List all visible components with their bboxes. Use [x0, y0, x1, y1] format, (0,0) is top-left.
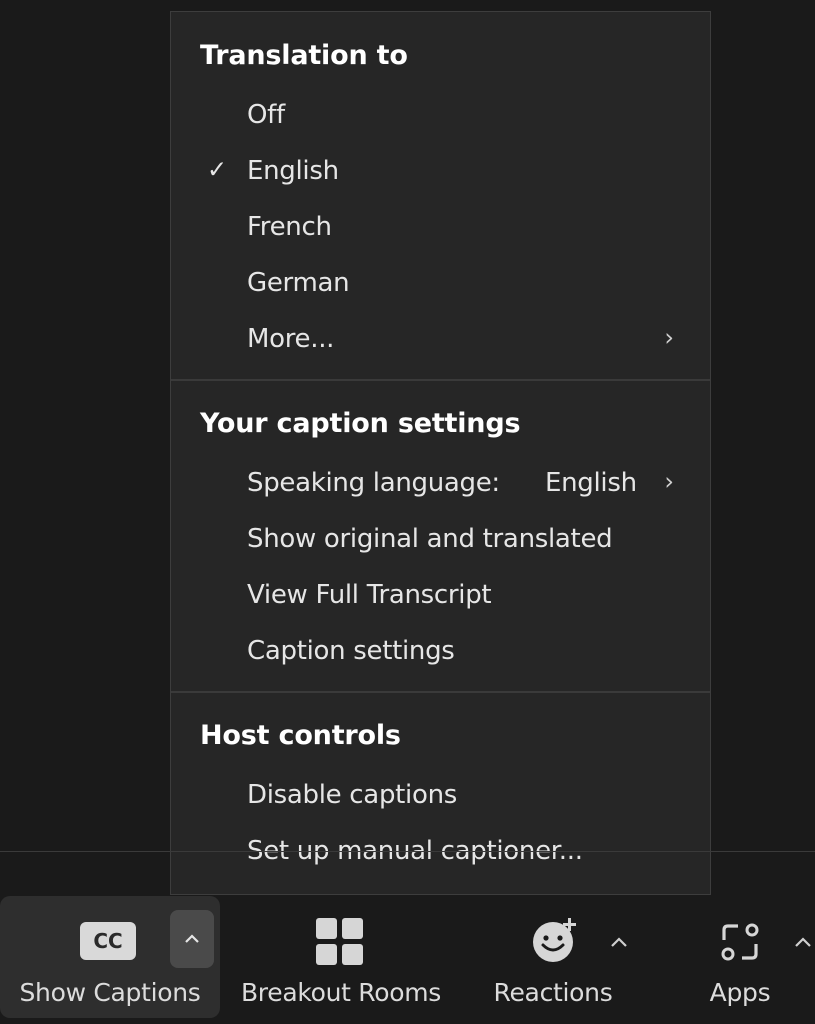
chevron-up-icon	[185, 934, 199, 943]
menu-item-label: French	[247, 212, 332, 242]
apps-icon	[721, 923, 759, 961]
meeting-toolbar: CC Show Captions Breakout Rooms Reaction…	[0, 896, 815, 1024]
view-full-transcript-item[interactable]: View Full Transcript	[171, 570, 710, 620]
chevron-right-icon: ›	[664, 323, 674, 352]
menu-divider	[171, 379, 710, 381]
host-controls-heading: Host controls	[200, 720, 401, 751]
meeting-stage: Translation to Off ✓ English French Germ…	[0, 0, 815, 1024]
menu-item-label: English	[247, 156, 339, 186]
host-controls-section: Host controls Disable captions Set up ma…	[171, 694, 710, 896]
breakout-rooms-icon	[316, 918, 364, 966]
speaking-language-value: English	[545, 468, 637, 498]
breakout-rooms-label: Breakout Rooms	[240, 978, 442, 1007]
show-captions-button[interactable]: CC Show Captions	[0, 896, 220, 1018]
menu-item-label: Show original and translated	[247, 524, 613, 554]
caption-settings-section: Your caption settings Speaking language:…	[171, 382, 710, 692]
disable-captions-item[interactable]: Disable captions	[171, 770, 710, 820]
show-original-and-translated-item[interactable]: Show original and translated	[171, 514, 710, 564]
menu-item-label: German	[247, 268, 350, 298]
show-captions-label: Show Captions	[19, 978, 201, 1007]
breakout-rooms-button[interactable]: Breakout Rooms	[236, 896, 446, 1024]
translation-section: Translation to Off ✓ English French Germ…	[171, 12, 710, 380]
apps-label: Apps	[709, 978, 771, 1007]
menu-item-label: Caption settings	[247, 636, 455, 666]
menu-item-label: Off	[247, 100, 285, 130]
menu-item-label: View Full Transcript	[247, 580, 492, 610]
caption-settings-item[interactable]: Caption settings	[171, 626, 710, 676]
menu-item-label: More...	[247, 324, 335, 354]
menu-item-label: Disable captions	[247, 780, 457, 810]
cc-icon: CC	[80, 922, 136, 960]
reactions-label: Reactions	[493, 978, 613, 1007]
translation-option-off[interactable]: Off	[171, 90, 710, 140]
reactions-button[interactable]: Reactions	[488, 896, 627, 1024]
menu-item-label: Speaking language:	[247, 468, 500, 498]
caption-settings-heading: Your caption settings	[200, 408, 521, 439]
menu-divider	[171, 691, 710, 693]
translation-heading: Translation to	[200, 40, 408, 71]
speaking-language-item[interactable]: Speaking language: English ›	[171, 458, 710, 508]
chevron-up-icon[interactable]	[794, 936, 812, 948]
chevron-right-icon: ›	[664, 467, 674, 496]
translation-option-more[interactable]: More... ›	[171, 314, 710, 364]
chevron-up-icon[interactable]	[610, 936, 628, 948]
captions-popup-menu: Translation to Off ✓ English French Germ…	[170, 11, 711, 895]
translation-option-german[interactable]: German	[171, 258, 710, 308]
captions-options-caret-button[interactable]	[170, 910, 214, 968]
reactions-icon	[533, 918, 576, 962]
screen-separator-line	[0, 851, 815, 852]
apps-button[interactable]: Apps	[690, 896, 790, 1024]
translation-option-french[interactable]: French	[171, 202, 710, 252]
translation-option-english[interactable]: ✓ English	[171, 146, 710, 196]
checkmark-icon: ✓	[207, 155, 228, 184]
